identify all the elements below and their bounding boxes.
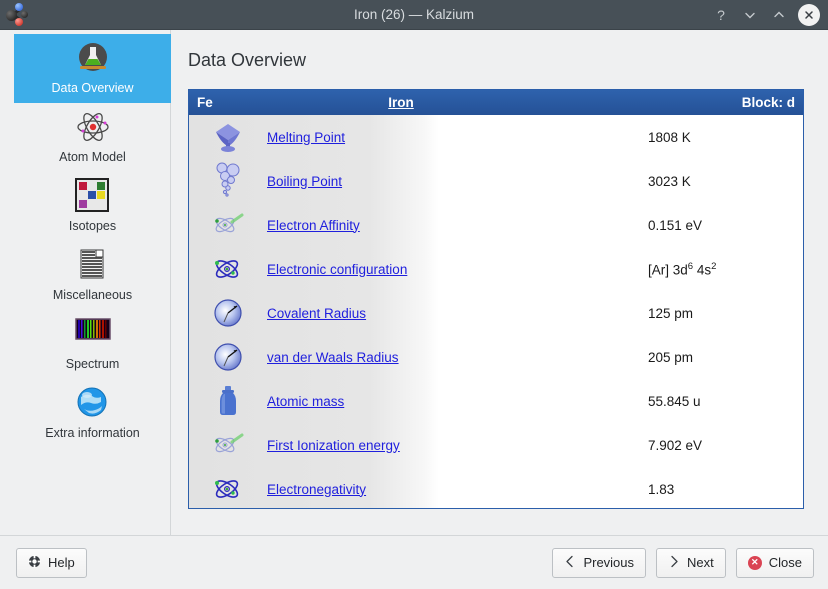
- sidebar-item-atom-model[interactable]: Atom Model: [14, 103, 171, 172]
- lifering-icon: [28, 554, 41, 571]
- table-row: Covalent Radius 125 pm: [189, 291, 803, 335]
- chevron-left-icon: [564, 555, 576, 571]
- property-link[interactable]: Covalent Radius: [267, 306, 366, 321]
- flask-icon: [75, 40, 111, 76]
- sidebar-item-label: Miscellaneous: [52, 288, 133, 302]
- property-link[interactable]: Boiling Point: [267, 174, 342, 189]
- radius-icon: [211, 339, 245, 375]
- atom-large-icon: [211, 471, 245, 507]
- table-row: Atomic mass 55.845 u: [189, 379, 803, 423]
- property-link[interactable]: Electronic configuration: [267, 262, 407, 277]
- property-link[interactable]: van der Waals Radius: [267, 350, 399, 365]
- table-row: Melting Point 1808 K: [189, 115, 803, 159]
- property-value: 55.845 u: [648, 393, 701, 409]
- document-icon: [75, 247, 111, 283]
- footer-bar: Help Previous Next ✕ Close: [0, 535, 828, 589]
- atom-small-icon: [211, 427, 245, 463]
- property-link[interactable]: Electron Affinity: [267, 218, 360, 233]
- property-value: 1808 K: [648, 129, 691, 145]
- window-controls: ?: [711, 3, 820, 26]
- titlebar: Iron (26) — Kalzium ?: [0, 0, 828, 30]
- sidebar-item-label: Atom Model: [59, 150, 126, 164]
- chevron-down-icon[interactable]: [740, 5, 760, 25]
- table-row: Electron Affinity 0.151 eV: [189, 203, 803, 247]
- sidebar-item-extra-information[interactable]: Extra information: [14, 379, 171, 448]
- weight-icon: [211, 383, 245, 419]
- body-area: Data Overview Atom Model Isotopes Miscel…: [0, 30, 828, 535]
- close-icon[interactable]: [798, 3, 820, 26]
- sidebar-item-label: Extra information: [45, 426, 140, 440]
- sidebar-item-label: Isotopes: [68, 219, 117, 233]
- property-value: [Ar] 3d6 4s2: [648, 260, 717, 278]
- close-button-label: Close: [768, 555, 802, 570]
- table-row: Electronic configuration [Ar] 3d6 4s2: [189, 247, 803, 291]
- sidebar: Data Overview Atom Model Isotopes Miscel…: [14, 30, 171, 535]
- sidebar-item-label: Spectrum: [65, 357, 120, 371]
- table-row: van der Waals Radius 205 pm: [189, 335, 803, 379]
- sidebar-item-spectrum[interactable]: Spectrum: [14, 310, 171, 379]
- next-button[interactable]: Next: [656, 547, 726, 578]
- kalzium-window: Iron (26) — Kalzium ? Data Overview Atom…: [0, 0, 828, 589]
- crystal-icon: [211, 119, 245, 155]
- navigation-buttons: Previous Next ✕ Close: [552, 547, 814, 578]
- sidebar-item-miscellaneous[interactable]: Miscellaneous: [14, 241, 171, 310]
- help-button[interactable]: Help: [16, 547, 87, 578]
- property-value: 125 pm: [648, 305, 694, 321]
- sidebar-item-label: Data Overview: [51, 81, 134, 95]
- close-button[interactable]: ✕ Close: [735, 547, 814, 578]
- globe-icon: [75, 385, 111, 421]
- table-header: Fe Iron Block: d: [189, 90, 803, 115]
- element-name: Iron: [388, 95, 414, 110]
- atom-icon: [75, 109, 111, 145]
- close-circle-icon: ✕: [747, 555, 762, 570]
- table-rows: Melting Point 1808 K Boiling Point 3023 K: [189, 115, 803, 508]
- atom-small-icon: [211, 207, 245, 243]
- radius-icon: [211, 295, 245, 331]
- color-grid-icon: [74, 178, 111, 214]
- spectrum-icon: [74, 316, 111, 352]
- property-value: 3023 K: [648, 173, 691, 189]
- help-button-label: Help: [48, 555, 75, 570]
- content-area: Data Overview Fe Iron Block: d Melting P…: [171, 30, 828, 535]
- chevron-right-icon: [668, 555, 680, 571]
- element-block: Block: d: [741, 95, 795, 110]
- property-link[interactable]: First Ionization energy: [267, 438, 400, 453]
- sidebar-item-isotopes[interactable]: Isotopes: [14, 172, 171, 241]
- table-row: Boiling Point 3023 K: [189, 159, 803, 203]
- page-title: Data Overview: [188, 50, 307, 70]
- property-link[interactable]: Melting Point: [267, 130, 345, 145]
- property-value: 0.151 eV: [648, 217, 703, 233]
- molecule-icon: [4, 0, 34, 30]
- property-value: 1.83: [648, 481, 675, 497]
- help-icon[interactable]: ?: [711, 5, 731, 25]
- atom-large-icon: [211, 251, 245, 287]
- previous-button-label: Previous: [583, 555, 635, 570]
- window-title: Iron (26) — Kalzium: [353, 7, 475, 22]
- previous-button[interactable]: Previous: [552, 547, 647, 578]
- bubbles-icon: [211, 162, 245, 199]
- property-link[interactable]: Electronegativity: [267, 482, 366, 497]
- sidebar-item-data-overview[interactable]: Data Overview: [14, 34, 171, 103]
- property-value: 205 pm: [648, 349, 694, 365]
- table-row: Electronegativity 1.83: [189, 467, 803, 508]
- property-value: 7.902 eV: [648, 437, 703, 453]
- property-link[interactable]: Atomic mass: [267, 394, 344, 409]
- table-row: First Ionization energy 7.902 eV: [189, 423, 803, 467]
- next-button-label: Next: [687, 555, 714, 570]
- chevron-up-icon[interactable]: [769, 5, 789, 25]
- data-table-panel: Fe Iron Block: d Melting Point 1808 K Bo…: [188, 89, 804, 509]
